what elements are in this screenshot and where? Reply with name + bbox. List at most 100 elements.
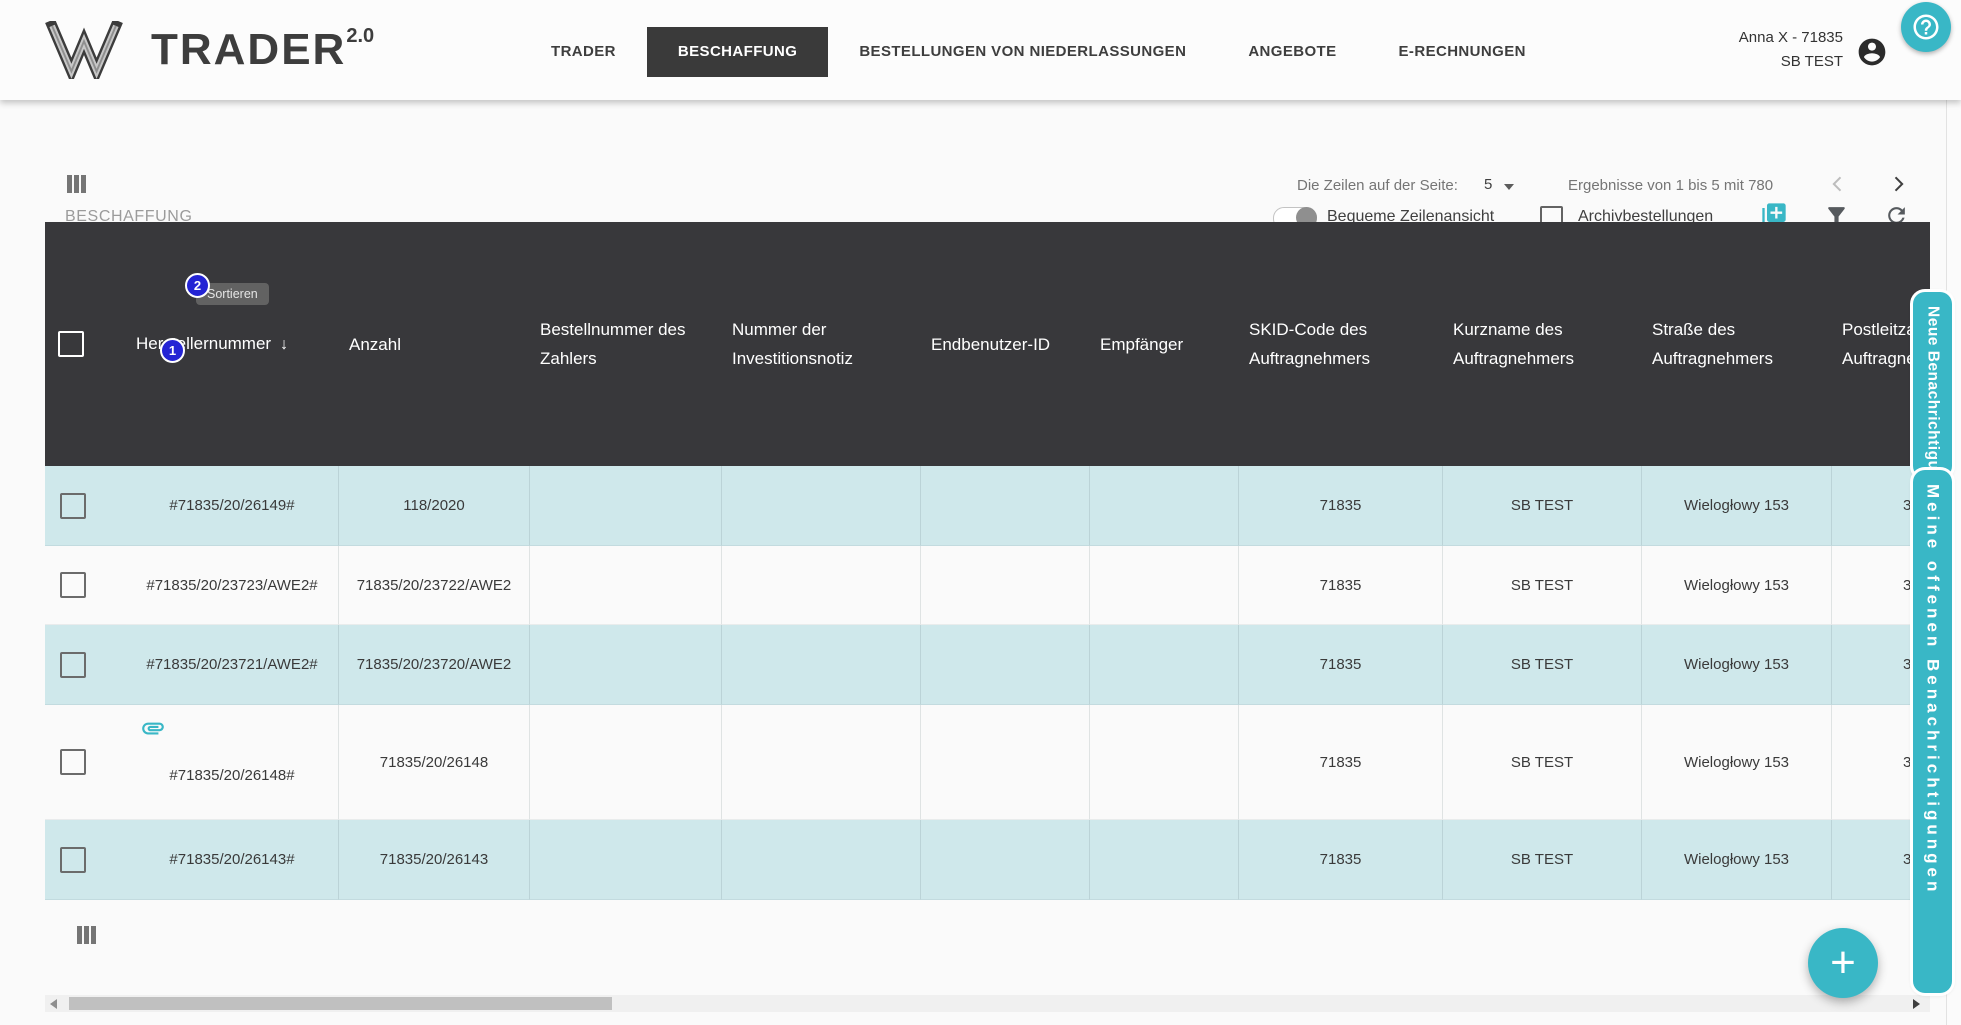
- cell-end-user-id: [921, 705, 1090, 820]
- help-button[interactable]: [1901, 2, 1951, 52]
- app-root: TRADER2.0 TRADER BESCHAFFUNG BESTELLUNGEN …: [0, 0, 1961, 1025]
- table-row[interactable]: #71835/20/23721/AWE2# 71835/20/23720/AWE2…: [45, 625, 1930, 705]
- cell-value: Wielogłowy 153: [1683, 497, 1790, 514]
- cell-manufacturer-number: #71835/20/26149#: [126, 466, 339, 546]
- table-row[interactable]: #71835/20/26143# 71835/20/26143 71835 SB TE…: [45, 820, 1930, 900]
- rows-per-page-label: Die Zeilen auf der Seite:: [1297, 177, 1458, 194]
- cell-contractor-skid-code: 71835: [1239, 466, 1443, 546]
- column-header-contractor-skid-code[interactable]: SKID-Code des Auftragnehmers: [1239, 315, 1443, 373]
- cell-payer-order-number: [530, 820, 722, 900]
- cell-value: 3: [1903, 497, 1912, 514]
- scroll-right-arrow-icon[interactable]: [1913, 999, 1920, 1009]
- cell-payer-order-number: [530, 546, 722, 625]
- logo[interactable]: TRADER2.0: [45, 20, 374, 80]
- nav-tab-beschaffung[interactable]: BESCHAFFUNG: [646, 27, 829, 77]
- next-page-icon[interactable]: [1888, 174, 1908, 194]
- row-checkbox-cell: [45, 625, 126, 705]
- cell-quantity: 118/2020: [339, 466, 530, 546]
- cell-value: Wielogłowy 153: [1683, 851, 1790, 868]
- cell-value: #71835/20/26143#: [169, 851, 295, 868]
- cell-contractor-street: Wielogłowy 153: [1642, 625, 1832, 705]
- side-tab-my-open-notifications[interactable]: Meine offenen Benachrichtigungen: [1913, 470, 1952, 993]
- row-checkbox[interactable]: [60, 749, 86, 775]
- side-tab-new-notifications[interactable]: Neue Benachrichtigungen: [1913, 292, 1952, 478]
- cell-contractor-short-name: SB TEST: [1443, 466, 1642, 546]
- account-icon[interactable]: [1856, 36, 1888, 68]
- user-info: Anna X - 71835 SB TEST: [1600, 26, 1843, 74]
- cell-investment-note-number: [722, 820, 921, 900]
- column-header-receiver[interactable]: Empfänger: [1090, 330, 1239, 359]
- row-checkbox[interactable]: [60, 572, 86, 598]
- cell-receiver: [1090, 466, 1239, 546]
- cell-payer-order-number: [530, 466, 722, 546]
- cell-value: 71835/20/23720/AWE2: [356, 656, 512, 673]
- sort-desc-icon: ↓: [280, 336, 289, 353]
- cell-contractor-street: Wielogłowy 153: [1642, 820, 1832, 900]
- annotation-badge-1: 1: [160, 338, 185, 363]
- table-row[interactable]: #71835/20/26149# 118/2020 71835 SB TEST Wiel…: [45, 466, 1930, 546]
- cell-value: #71835/20/26148#: [169, 766, 295, 784]
- results-counter: Ergebnisse von 1 bis 5 mit 780: [1568, 177, 1774, 194]
- row-checkbox[interactable]: [60, 846, 86, 873]
- cell-value: SB TEST: [1510, 576, 1574, 594]
- column-header-investment-note-number[interactable]: Nummer der Investitionsnotiz: [722, 315, 921, 373]
- columns-icon-bottom[interactable]: [74, 923, 98, 947]
- cell-manufacturer-number: #71835/20/26143#: [126, 820, 339, 900]
- cell-contractor-skid-code: 71835: [1239, 705, 1443, 820]
- cell-value: 71835/20/26148: [379, 753, 489, 771]
- plus-icon: +: [1830, 938, 1856, 987]
- horizontal-scrollbar-thumb[interactable]: [69, 997, 612, 1010]
- cell-value: 71835: [1319, 753, 1362, 771]
- row-checkbox[interactable]: [60, 651, 86, 678]
- logo-w-icon: [45, 21, 123, 79]
- rows-per-page-caret-icon[interactable]: [1504, 184, 1514, 190]
- cell-investment-note-number: [722, 466, 921, 546]
- cell-value: 71835/20/23722/AWE2: [356, 576, 512, 594]
- annotation-badge-2: 2: [185, 273, 210, 298]
- scroll-left-arrow-icon[interactable]: [50, 999, 57, 1009]
- columns-icon-top[interactable]: [64, 172, 88, 196]
- row-checkbox-cell: [45, 705, 126, 820]
- column-header-quantity[interactable]: Anzahl: [339, 330, 530, 359]
- cell-value: SB TEST: [1510, 656, 1574, 673]
- cell-manufacturer-number: #71835/20/23723/AWE2#: [126, 546, 339, 625]
- row-checkbox-cell: [45, 546, 126, 625]
- column-header-end-user-id[interactable]: Endbenutzer-ID: [921, 330, 1090, 359]
- table-row[interactable]: #71835/20/26148# 71835/20/26148 71835 SB TE…: [45, 705, 1930, 820]
- horizontal-scrollbar[interactable]: [45, 995, 1930, 1012]
- cell-value: Wielogłowy 153: [1683, 753, 1790, 771]
- add-order-fab[interactable]: +: [1808, 928, 1878, 998]
- logo-version: 2.0: [346, 25, 375, 47]
- cell-value: 3: [1903, 753, 1912, 771]
- column-header-contractor-short-name[interactable]: Kurzname des Auftragnehmers: [1443, 315, 1642, 373]
- nav-tab-angebote[interactable]: ANGEBOTE: [1217, 27, 1367, 77]
- row-checkbox[interactable]: [60, 492, 86, 519]
- cell-payer-order-number: [530, 705, 722, 820]
- prev-page-icon[interactable]: [1828, 174, 1848, 194]
- nav-tab-trader[interactable]: TRADER: [520, 27, 647, 77]
- cell-contractor-street: Wielogłowy 153: [1642, 466, 1832, 546]
- cell-value: SB TEST: [1510, 753, 1574, 771]
- table-row[interactable]: #71835/20/23723/AWE2# 71835/20/23722/AWE2…: [45, 546, 1930, 625]
- select-all-checkbox[interactable]: [58, 331, 84, 357]
- table-body: #71835/20/26149# 118/2020 71835 SB TEST Wiel…: [45, 466, 1930, 900]
- cell-contractor-skid-code: 71835: [1239, 625, 1443, 705]
- cell-value: #71835/20/23721/AWE2#: [146, 656, 318, 673]
- column-header-manufacturer-number[interactable]: Herstellernummer ↓: [126, 329, 339, 359]
- nav-tabs: TRADER BESCHAFFUNG BESTELLUNGEN VON NIEDER…: [520, 27, 1557, 77]
- rows-per-page-select[interactable]: 5: [1484, 176, 1492, 193]
- nav-tab-e-rechnungen[interactable]: E-RECHNUNGEN: [1368, 27, 1557, 77]
- cell-value: 71835: [1319, 656, 1362, 673]
- column-header-payer-order-number[interactable]: Bestellnummer des Zahlers: [530, 315, 722, 373]
- cell-contractor-skid-code: 71835: [1239, 546, 1443, 625]
- row-checkbox-cell: [45, 820, 126, 900]
- column-header-contractor-street[interactable]: Straße des Auftragnehmers: [1642, 315, 1832, 373]
- cell-receiver: [1090, 546, 1239, 625]
- cell-investment-note-number: [722, 705, 921, 820]
- cell-value: #71835/20/23723/AWE2#: [146, 576, 318, 594]
- nav-tab-bestellungen-von-niederlassungen[interactable]: BESTELLUNGEN VON NIEDERLASSUNGEN: [828, 27, 1217, 77]
- cell-receiver: [1090, 625, 1239, 705]
- attachment-icon: [142, 722, 164, 735]
- orders-table: Herstellernummer ↓ Anzahl Bestellnummer des…: [45, 222, 1930, 900]
- cell-receiver: [1090, 820, 1239, 900]
